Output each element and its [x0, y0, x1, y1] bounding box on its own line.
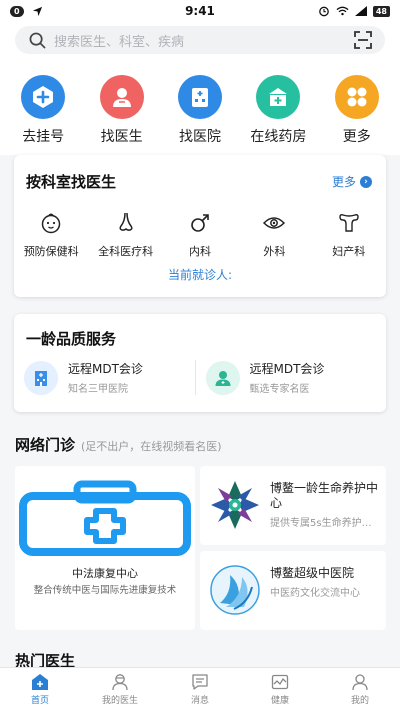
- uterus-icon: [339, 214, 359, 232]
- search-input[interactable]: 搜索医生、科室、疾病: [15, 26, 385, 54]
- dept-label: 外科: [263, 245, 286, 258]
- chevron-right-icon: ›: [360, 175, 372, 188]
- wifi-icon: [336, 6, 349, 16]
- eye-icon: [263, 217, 286, 229]
- profile-icon: [352, 674, 368, 691]
- search-placeholder: 搜索医生、科室、疾病: [54, 34, 185, 50]
- doctor-icon: [99, 75, 144, 119]
- quick-action-label: 在线药房: [250, 129, 307, 145]
- tab-my-doctor[interactable]: 我的医生: [80, 668, 160, 711]
- clinic-boao-life-title: 博鳌一龄生命养护中心: [270, 481, 379, 510]
- tab-messages[interactable]: 消息: [160, 668, 240, 711]
- quality-service-list: 远程MDT会诊 知名三甲医院 远程MDT会诊 甄选专家名医: [24, 360, 376, 395]
- clinic-card-boao-tcm[interactable]: 博鳌超级中医院 中医药文化交流中心: [200, 551, 386, 630]
- doctor-tab-icon: [112, 674, 128, 691]
- department-card: 按科室找医生 更多 › 预防保健科 全科医疗科 内科 外科 妇产科 当前就诊人:: [14, 155, 386, 297]
- doctor-avatar-icon: [205, 360, 240, 395]
- tab-label: 消息: [190, 696, 209, 706]
- quick-action-label: 找医生: [100, 129, 143, 145]
- quality-service-title: 一龄品质服务: [26, 330, 117, 348]
- dept-item-prevention[interactable]: 预防保健科: [16, 211, 86, 259]
- quick-actions: 去挂号 找医生 找医院 在线药房 更多: [0, 75, 400, 146]
- health-chart-icon: [271, 674, 289, 690]
- baby-face-icon: [41, 213, 61, 234]
- tab-health[interactable]: 健康: [240, 668, 320, 711]
- top-area: 搜索医生、科室、疾病 去挂号 找医生 找医院 在线药房 更多: [0, 22, 400, 155]
- scan-icon[interactable]: [353, 30, 373, 50]
- add-circle-icon: [21, 75, 66, 119]
- quality-item-expert[interactable]: 远程MDT会诊 甄选专家名医: [194, 360, 377, 395]
- online-clinic-header: 网络门诊 (足不出户，在线视频看名医): [15, 434, 222, 455]
- tab-profile[interactable]: 我的: [320, 668, 400, 711]
- pharmacy-icon: [256, 75, 301, 119]
- mandala-logo-icon: [211, 481, 259, 529]
- home-icon: [32, 674, 48, 690]
- more-label: 更多: [331, 175, 356, 189]
- notification-count-badge: 0: [10, 5, 24, 17]
- dept-item-internal[interactable]: 内科: [165, 211, 235, 259]
- quick-action-more[interactable]: 更多: [319, 75, 395, 146]
- quality-item-subtitle: 知名三甲医院: [68, 384, 128, 395]
- quick-action-find-hospital[interactable]: 找医院: [162, 75, 238, 146]
- message-icon: [192, 674, 208, 690]
- quality-item-subtitle: 甄选专家名医: [249, 384, 310, 395]
- male-symbol-icon: [191, 214, 209, 232]
- quality-item-hospital[interactable]: 远程MDT会诊 知名三甲医院: [24, 360, 195, 395]
- medical-kit-icon: [19, 480, 191, 556]
- clinic-rehab-desc: 整合传统中医与国际先进康复技术: [33, 585, 177, 596]
- bottom-tab-bar: 首页 我的医生 消息 健康 我的: [0, 667, 400, 711]
- dept-item-obgyn[interactable]: 妇产科: [314, 211, 384, 259]
- tab-home[interactable]: 首页: [0, 668, 80, 711]
- dept-label: 全科医疗科: [98, 245, 154, 258]
- dept-item-general[interactable]: 全科医疗科: [91, 211, 161, 259]
- hospital-building-icon: [24, 360, 58, 395]
- dept-label: 妇产科: [332, 245, 366, 258]
- clinic-rehab-title: 中法康复中心: [72, 567, 138, 580]
- nose-icon: [119, 212, 133, 231]
- quick-action-find-doctor[interactable]: 找医生: [84, 75, 160, 146]
- quick-action-register[interactable]: 去挂号: [5, 75, 81, 146]
- hospital-icon: [177, 75, 222, 119]
- clinic-boao-life-desc: 提供专属5s生命养护服务: [270, 518, 380, 529]
- dept-label: 内科: [188, 245, 211, 258]
- online-clinic-title: 网络门诊: [15, 436, 76, 454]
- online-clinic-subtitle: (足不出户，在线视频看名医): [81, 440, 222, 453]
- more-apps-icon: [334, 75, 379, 119]
- quality-item-title: 远程MDT会诊: [249, 362, 325, 376]
- tab-label: 我的医生: [101, 696, 138, 706]
- clinic-card-rehab[interactable]: 中法康复中心 整合传统中医与国际先进康复技术: [15, 466, 195, 630]
- quality-item-title: 远程MDT会诊: [68, 362, 143, 376]
- alarm-icon: [319, 6, 329, 17]
- quick-action-label: 找医院: [178, 129, 221, 145]
- department-more-link[interactable]: 更多 ›: [332, 173, 372, 190]
- clinic-boao-tcm-desc: 中医药文化交流中心: [270, 588, 360, 599]
- dept-label: 预防保健科: [23, 245, 79, 258]
- department-card-title: 按科室找医生: [26, 173, 117, 191]
- status-bar: 0 9:41 48: [0, 0, 400, 22]
- quality-service-card: 一龄品质服务 远程MDT会诊 知名三甲医院 远程MDT会诊 甄选专家名医: [14, 314, 386, 412]
- current-patient-selector[interactable]: 当前就诊人:: [14, 266, 386, 283]
- clinic-boao-tcm-title: 博鳌超级中医院: [270, 566, 355, 580]
- signal-icon: [354, 6, 367, 16]
- tab-label: 我的: [350, 696, 369, 706]
- quick-action-label: 去挂号: [22, 129, 65, 145]
- department-list: 预防保健科 全科医疗科 内科 外科 妇产科: [14, 211, 386, 259]
- clinic-card-boao-life[interactable]: 博鳌一龄生命养护中心 提供专属5s生命养护服务: [200, 466, 386, 545]
- location-arrow-icon: [32, 6, 42, 16]
- tab-label: 健康: [270, 696, 289, 706]
- tcm-hospital-logo-icon: [210, 565, 260, 615]
- battery-indicator: 48: [372, 5, 390, 17]
- quick-action-pharmacy[interactable]: 在线药房: [240, 75, 316, 146]
- dept-item-surgery[interactable]: 外科: [239, 211, 309, 259]
- search-icon: [29, 32, 46, 48]
- tab-label: 首页: [30, 696, 49, 706]
- quick-action-label: 更多: [342, 129, 371, 145]
